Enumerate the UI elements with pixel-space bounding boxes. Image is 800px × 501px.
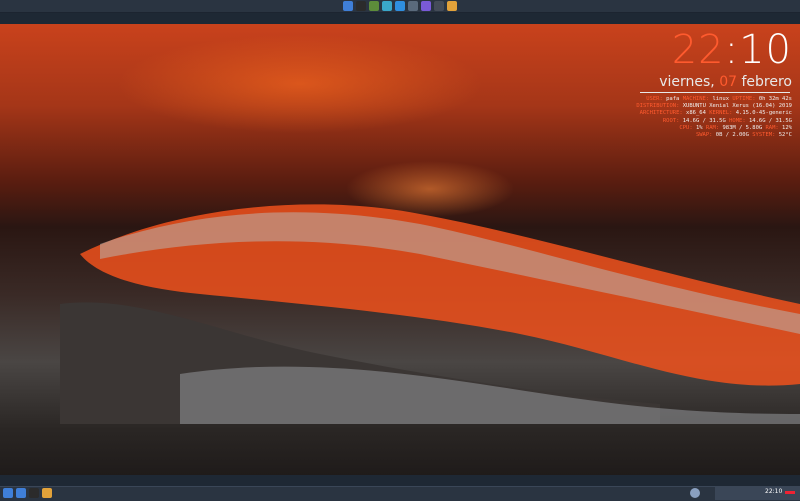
- system-info-value: 4.15.0-45-generic: [732, 110, 792, 117]
- system-info-line: USER: pafa MACHINE: linux UPTIME: 0h 32m…: [636, 96, 792, 103]
- app-store-icon[interactable]: [395, 1, 405, 11]
- system-info-value: x86_64: [682, 110, 710, 117]
- system-info-value: pafa: [662, 96, 683, 102]
- network-icon[interactable]: [690, 488, 700, 498]
- system-info-value: 14.6G / 31.5G: [745, 117, 792, 124]
- clock-widget: 22:10 viernes, 07 febrero USER: pafa MAC…: [636, 30, 800, 150]
- files-icon[interactable]: [16, 488, 26, 498]
- system-monitor-icon[interactable]: [434, 1, 444, 11]
- system-info-value: 52°C: [775, 132, 792, 139]
- store-icon[interactable]: [382, 1, 392, 11]
- system-info-value: linux: [709, 96, 733, 102]
- lava-illustration: [60, 204, 800, 424]
- top-dock: [0, 0, 800, 13]
- clock-time: 22:10: [672, 30, 792, 70]
- system-info-key: ROOT:: [662, 117, 680, 124]
- system-info-key: DISTRIBUTION:: [636, 103, 680, 110]
- system-info-key: SYSTEM:: [752, 132, 776, 139]
- system-info-value: 0B / 2.00G: [712, 132, 753, 139]
- text-editor-icon[interactable]: [369, 1, 379, 11]
- system-info-value: XUBUNTU Xenial Xerus (16.04) 2019: [679, 103, 792, 110]
- clock-hours: 22: [671, 27, 725, 73]
- app-menu-icon[interactable]: [3, 488, 13, 498]
- system-info-key: RAM:: [705, 124, 720, 131]
- clock-separator: :: [724, 27, 740, 73]
- taskbar-icons: [3, 488, 52, 498]
- bottom-strip: [0, 475, 800, 486]
- terminal-icon[interactable]: [29, 488, 39, 498]
- search-icon[interactable]: [408, 1, 418, 11]
- bottom-taskbar: [0, 486, 800, 501]
- system-info-value: 14.6G / 31.5G: [679, 117, 730, 124]
- clock-divider: [640, 92, 790, 93]
- taskbar-clock[interactable]: 22:10: [765, 488, 782, 495]
- system-info-key: RAM:: [765, 124, 779, 131]
- top-strip: [0, 13, 800, 24]
- settings-icon[interactable]: [421, 1, 431, 11]
- system-info-key: USER:: [646, 96, 663, 102]
- chrome-icon[interactable]: [42, 488, 52, 498]
- chrome-icon[interactable]: [447, 1, 457, 11]
- system-info-line: DISTRIBUTION: XUBUNTU Xenial Xerus (16.0…: [636, 103, 792, 110]
- system-tray: 22:10: [715, 486, 800, 500]
- system-info-value: 0h 32m 42s: [755, 96, 792, 102]
- system-info-value: 12%: [778, 124, 792, 131]
- system-info-line: SWAP: 0B / 2.00G SYSTEM: 52°C: [636, 132, 792, 139]
- system-info-key: CPU:: [679, 124, 693, 131]
- system-info-key: MACHINE:: [682, 96, 710, 102]
- dock-icons: [343, 1, 457, 11]
- clock-minutes: 10: [739, 27, 792, 73]
- system-info: USER: pafa MACHINE: linux UPTIME: 0h 32m…: [636, 96, 792, 139]
- clock-weekday: viernes,: [659, 74, 715, 90]
- system-info-line: CPU: 1% RAM: 983M / 5.80G RAM: 12%: [636, 125, 792, 132]
- system-info-key: HOME:: [729, 117, 746, 124]
- clock-month: febrero: [741, 74, 792, 90]
- battery-icon[interactable]: [785, 491, 795, 494]
- system-info-line: ROOT: 14.6G / 31.5G HOME: 14.6G / 31.5G: [636, 118, 792, 125]
- system-info-value: 983M / 5.80G: [719, 124, 766, 131]
- system-info-key: UPTIME:: [732, 96, 756, 102]
- system-info-key: SWAP:: [695, 132, 713, 139]
- system-info-line: ARCHITECTURE: x86_64 KERNEL: 4.15.0-45-g…: [636, 110, 792, 117]
- files-icon[interactable]: [343, 1, 353, 11]
- system-info-key: KERNEL:: [709, 110, 733, 117]
- terminal-icon[interactable]: [356, 1, 366, 11]
- system-info-key: ARCHITECTURE:: [639, 110, 683, 117]
- clock-date: viernes, 07 febrero: [659, 74, 792, 90]
- clock-day: 07: [719, 74, 738, 90]
- system-info-value: 1%: [692, 124, 706, 131]
